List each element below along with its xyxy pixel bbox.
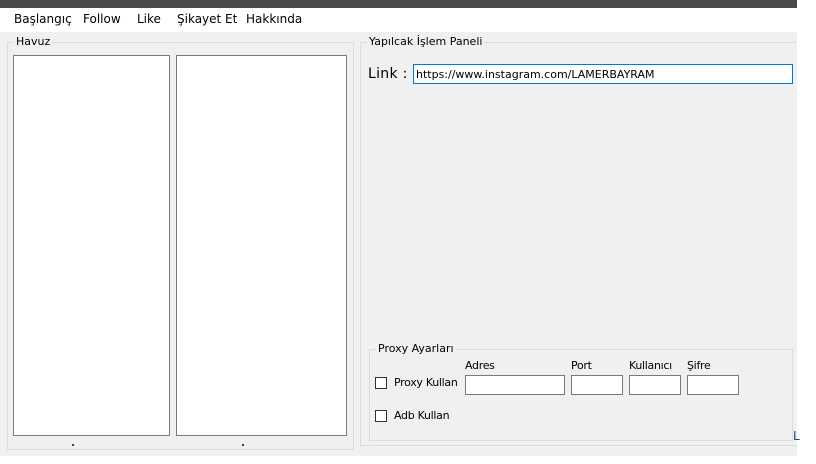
menu-bar: Başlangıç Follow Like Şikayet Et Hakkınd… — [0, 8, 797, 32]
clipped-edge-label: L — [793, 429, 800, 443]
link-label: Link : — [368, 66, 408, 82]
list-footer-mark-left — [72, 444, 74, 446]
menu-item-sikayet-et[interactable]: Şikayet Et — [177, 12, 237, 26]
islem-panel-group: Yapılcak İşlem Paneli Link : Proxy Ayarl… — [360, 35, 800, 446]
sifre-label: Şifre — [687, 359, 711, 372]
list-footer-mark-right — [242, 444, 244, 446]
havuz-list-left[interactable] — [13, 55, 170, 436]
proxy-kullan-label[interactable]: Proxy Kullan — [394, 376, 458, 389]
proxy-settings-title: Proxy Ayarları — [376, 342, 456, 355]
havuz-group: Havuz — [7, 35, 354, 450]
sifre-input[interactable] — [687, 375, 739, 395]
port-input[interactable] — [571, 375, 623, 395]
main-window: Başlangıç Follow Like Şikayet Et Hakkınd… — [0, 8, 800, 456]
window-titlebar — [0, 0, 797, 8]
adres-input[interactable] — [465, 375, 565, 395]
link-input[interactable] — [413, 64, 793, 84]
kullanici-input[interactable] — [629, 375, 681, 395]
menu-item-like[interactable]: Like — [137, 12, 161, 26]
menu-item-baslangic[interactable]: Başlangıç — [14, 12, 72, 26]
adres-label: Adres — [465, 359, 495, 372]
proxy-kullan-checkbox[interactable] — [375, 377, 387, 389]
islem-panel-title: Yapılcak İşlem Paneli — [367, 35, 485, 48]
havuz-group-title: Havuz — [14, 35, 53, 48]
havuz-list-right[interactable] — [176, 55, 347, 436]
menu-item-hakkinda[interactable]: Hakkında — [246, 12, 302, 26]
adb-kullan-label[interactable]: Adb Kullan — [394, 409, 450, 422]
menu-item-follow[interactable]: Follow — [83, 12, 121, 26]
proxy-settings-group: Proxy Ayarları Adres Port Kullanıcı Şifr… — [369, 342, 793, 441]
kullanici-label: Kullanıcı — [629, 359, 672, 372]
port-label: Port — [571, 359, 592, 372]
adb-kullan-checkbox[interactable] — [375, 410, 387, 422]
